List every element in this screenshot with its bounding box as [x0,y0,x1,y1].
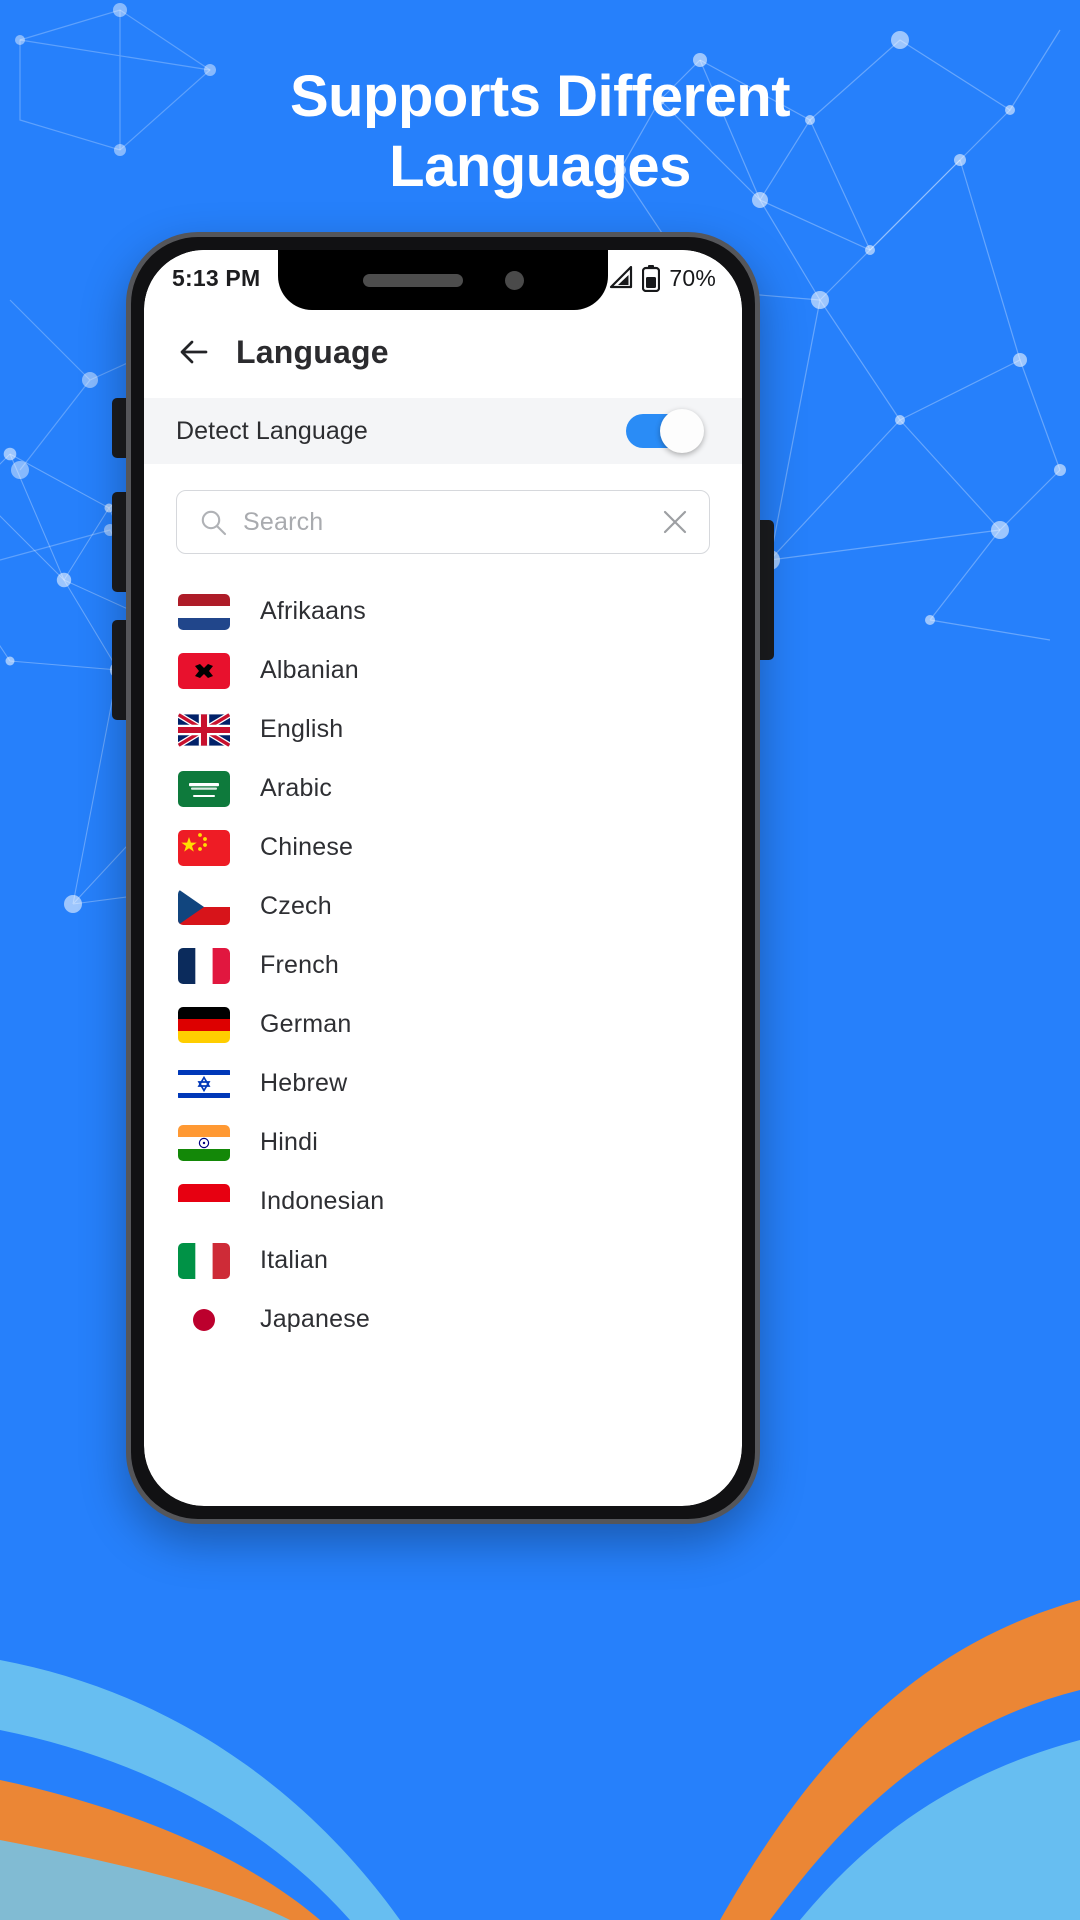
page-title: Supports Different Languages [0,62,1080,201]
list-item[interactable]: Arabic [144,759,742,818]
detect-language-toggle[interactable] [626,409,704,453]
signal-icon [610,266,633,289]
flag-albania-icon [178,652,230,689]
list-item[interactable]: Afrikaans [144,582,742,641]
flag-india-icon [178,1124,230,1161]
list-item[interactable]: Hindi [144,1113,742,1172]
list-item[interactable]: Indonesian [144,1172,742,1231]
front-camera [504,270,524,290]
phone-button-power[interactable] [758,520,774,660]
flag-china-icon [178,829,230,866]
app-bar-title: Language [236,333,389,370]
flag-netherlands-icon [178,593,230,630]
language-name: Japanese [260,1305,371,1333]
language-list[interactable]: Afrikaans Albanian English Arabic Chines… [144,566,742,1349]
list-item[interactable]: Japanese [144,1290,742,1349]
flag-czech-republic-icon [178,888,230,925]
language-name: German [260,1010,352,1038]
language-name: Afrikaans [260,597,367,625]
status-bar: 5:13 PM 70% [144,250,742,310]
search-placeholder: Search [243,507,324,536]
close-icon[interactable] [661,508,689,536]
language-name: French [260,951,340,979]
flag-israel-icon [178,1065,230,1102]
battery-icon [642,264,661,292]
list-item[interactable]: Italian [144,1231,742,1290]
detect-language-row[interactable]: Detect Language [144,398,742,464]
status-time: 5:13 PM [172,264,261,291]
list-item[interactable]: English [144,700,742,759]
language-name: Chinese [260,833,354,861]
detect-language-label: Detect Language [176,416,368,445]
flag-germany-icon [178,1006,230,1043]
flag-france-icon [178,947,230,984]
language-name: Czech [260,892,332,920]
battery-percent-label: 70% [669,264,716,291]
toggle-knob [660,409,704,453]
flag-saudi-arabia-icon [178,770,230,807]
phone-mockup: 5:13 PM 70% Language Detect Language Sea… [126,232,760,1524]
back-arrow-icon[interactable] [176,334,212,370]
flag-italy-icon [178,1242,230,1279]
language-name: Hindi [260,1128,318,1156]
earpiece-speaker [362,273,463,287]
list-item[interactable]: French [144,936,742,995]
language-name: Albanian [260,656,359,684]
language-name: Hebrew [260,1069,348,1097]
phone-bezel: 5:13 PM 70% Language Detect Language Sea… [144,250,742,1506]
phone-screen: 5:13 PM 70% Language Detect Language Sea… [144,250,742,1506]
language-name: Italian [260,1246,329,1274]
flag-japan-icon [178,1301,230,1338]
search-container: Search [144,464,742,566]
list-item[interactable]: Hebrew [144,1054,742,1113]
language-name: Arabic [260,774,333,802]
phone-notch [278,250,608,310]
headline-line-2: Languages [389,133,691,199]
flag-indonesia-icon [178,1183,230,1220]
search-icon [201,510,227,536]
language-name: English [260,715,344,743]
status-indicators: 70% [607,264,716,292]
list-item[interactable]: Albanian [144,641,742,700]
list-item[interactable]: Czech [144,877,742,936]
app-bar: Language [144,306,742,398]
flag-united-kingdom-icon [178,711,230,748]
headline-line-1: Supports Different [289,64,791,129]
list-item[interactable]: Chinese [144,818,742,877]
list-item[interactable]: German [144,995,742,1054]
search-input[interactable]: Search [176,490,710,554]
language-name: Indonesian [260,1187,385,1215]
